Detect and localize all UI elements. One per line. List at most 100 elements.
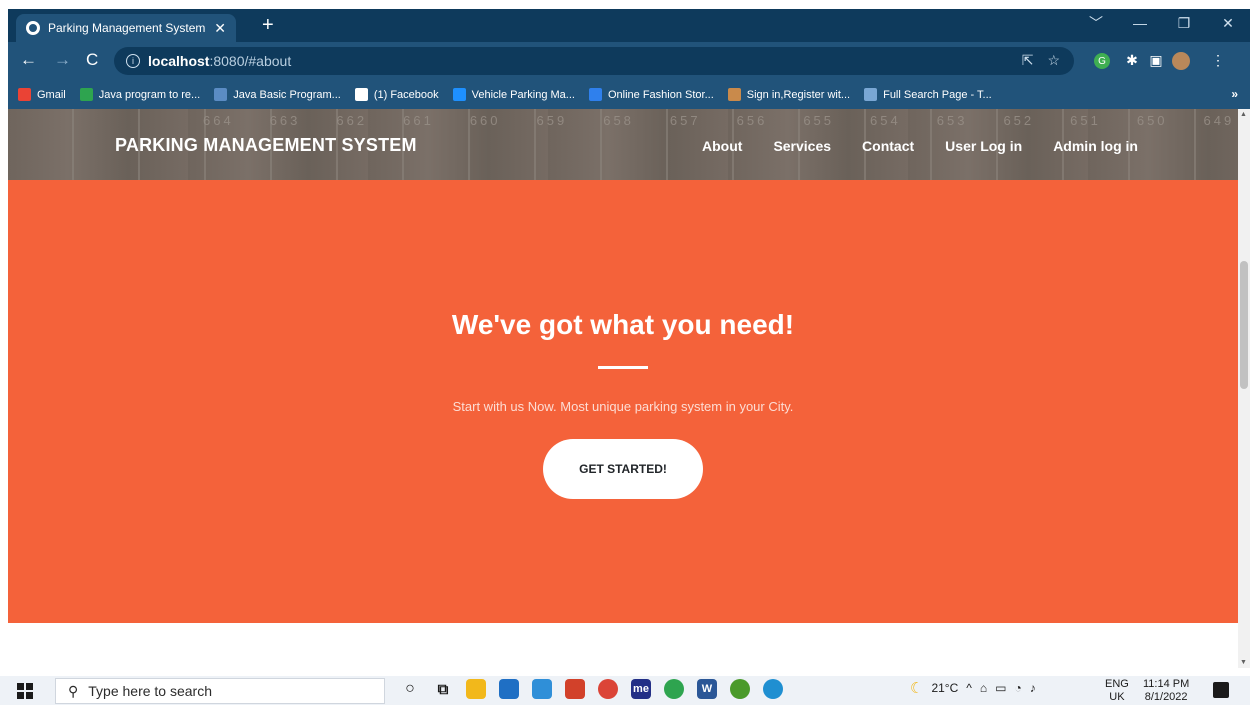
bookmark-label: Online Fashion Stor...: [607, 88, 714, 101]
bookmark-label: Gmail: [37, 88, 66, 101]
nav-link-about[interactable]: About: [702, 138, 742, 154]
forward-arrow-icon[interactable]: →: [54, 50, 71, 70]
edge-icon[interactable]: [763, 679, 783, 699]
hand-icon: [727, 88, 741, 101]
bookmark-star-icon[interactable]: ☆: [1047, 52, 1060, 69]
bookmark-item[interactable]: Java program to re...: [79, 88, 201, 101]
bookmark-item[interactable]: Online Fashion Stor...: [588, 88, 714, 101]
t-icon: [864, 88, 878, 101]
language-indicator[interactable]: ENG UK: [1105, 678, 1129, 704]
me-app-icon[interactable]: me: [631, 679, 651, 699]
bookmark-label: Sign in,Register wit...: [746, 88, 851, 101]
bookmarks-overflow-button[interactable]: »: [1231, 87, 1238, 101]
nav-link-user-login[interactable]: User Log in: [945, 138, 1022, 154]
powerpoint-icon[interactable]: [565, 679, 585, 699]
taskbar-clock[interactable]: 11:14 PM 8/1/2022: [1143, 678, 1189, 704]
w3-icon: [214, 88, 228, 101]
address-bar[interactable]: i localhost :8080/#about ⇱ ☆: [114, 47, 1074, 75]
bookmark-label: Java program to re...: [98, 88, 201, 101]
utorrent-icon[interactable]: [664, 679, 684, 699]
battery-icon[interactable]: ▭: [995, 681, 1006, 695]
minimize-button[interactable]: —: [1118, 9, 1162, 37]
tray-chevron-up-icon[interactable]: ^: [966, 681, 972, 695]
slot-number: 652: [1003, 113, 1035, 128]
chrome-icon[interactable]: [598, 679, 618, 699]
restore-button[interactable]: ❐: [1162, 9, 1206, 37]
about-hero-section: We've got what you need! Start with us N…: [8, 180, 1238, 623]
office-hub-icon[interactable]: [532, 679, 552, 699]
page-scrollbar[interactable]: ▲ ▼: [1238, 109, 1250, 668]
tab-active[interactable]: Parking Management System Lar ✕: [16, 14, 236, 42]
system-tray: ☾ 21°C ^ ⌂ ▭ ◔ ♪: [910, 679, 1036, 697]
url-path: :8080/#about: [209, 53, 292, 69]
scrollbar-thumb[interactable]: [1240, 261, 1248, 389]
java-b-icon: [79, 88, 93, 101]
hero-divider: [598, 366, 648, 369]
word-icon[interactable]: W: [697, 679, 717, 699]
network-icon[interactable]: ⌂: [980, 681, 987, 695]
slot-number: 661: [403, 113, 434, 128]
keyboard-layout: UK: [1109, 691, 1125, 703]
bookmark-label: Vehicle Parking Ma...: [471, 88, 575, 101]
cortana-icon[interactable]: ○: [400, 679, 420, 699]
scroll-up-arrow-icon[interactable]: ▲: [1240, 111, 1247, 118]
slot-number: 658: [603, 113, 634, 128]
parking-slot-numbers: 664 663 662 661 660 659 658 657 656 655 654 653 652 6…: [203, 113, 1234, 128]
side-panel-icon[interactable]: ▣: [1146, 50, 1166, 70]
eclipse-ide-icon[interactable]: [730, 679, 750, 699]
back-arrow-icon[interactable]: ←: [20, 50, 37, 70]
tab-search-icon[interactable]: ﹀: [1074, 9, 1118, 37]
hero-subtitle: Start with us Now. Most unique parking s…: [452, 399, 794, 414]
site-brand[interactable]: PARKING MANAGEMENT SYSTEM: [115, 135, 417, 156]
weather-moon-icon[interactable]: ☾: [910, 679, 923, 697]
task-view-icon[interactable]: ⧉: [433, 679, 453, 699]
site-navbar: 664 663 662 661 660 659 658 657 656 655 654 653 652 6…: [8, 109, 1238, 180]
taskbar-search-box[interactable]: ⚲ Type here to search: [55, 678, 385, 704]
new-tab-button[interactable]: +: [262, 14, 274, 37]
nav-link-services[interactable]: Services: [773, 138, 831, 154]
browser-toolbar: ← → C i localhost :8080/#about ⇱ ☆ G ✱ ▣…: [8, 42, 1250, 80]
hero-title: We've got what you need!: [451, 309, 795, 340]
close-tab-icon[interactable]: ✕: [214, 20, 226, 37]
slot-number: 651: [1070, 113, 1101, 128]
site-menu: About Services Contact User Log in Admin…: [702, 138, 1138, 154]
language-code: ENG: [1105, 678, 1129, 690]
scroll-down-arrow-icon[interactable]: ▼: [1240, 659, 1247, 666]
extensions-puzzle-icon[interactable]: ✱: [1122, 50, 1142, 70]
bookmark-item[interactable]: Sign in,Register wit...: [727, 88, 851, 101]
share-icon[interactable]: ⇱: [1022, 52, 1034, 69]
taskbar-app-icons: ○ ⧉ me W: [400, 679, 783, 699]
globe-icon: [354, 88, 368, 101]
taskbar-search-placeholder: Type here to search: [88, 683, 213, 699]
bookmark-item[interactable]: (1) Facebook: [354, 88, 439, 101]
bookmark-item[interactable]: Vehicle Parking Ma...: [452, 88, 575, 101]
gmail-icon: [18, 88, 31, 101]
weather-temperature[interactable]: 21°C: [931, 681, 958, 695]
reload-icon[interactable]: C: [86, 50, 98, 70]
nav-link-contact[interactable]: Contact: [862, 138, 914, 154]
close-window-button[interactable]: ✕: [1206, 9, 1250, 37]
bookmark-label: Java Basic Program...: [233, 88, 341, 101]
bookmark-item[interactable]: Gmail: [18, 88, 66, 101]
bookmark-item[interactable]: Full Search Page - T...: [864, 88, 992, 101]
volume-icon[interactable]: ♪: [1030, 681, 1036, 695]
bookmark-label: Full Search Page - T...: [883, 88, 992, 101]
info-icon[interactable]: i: [126, 54, 140, 68]
profile-avatar[interactable]: [1172, 52, 1190, 70]
wifi-icon[interactable]: ◔: [1015, 681, 1022, 695]
window-controls: ﹀ — ❐ ✕: [1074, 9, 1250, 37]
bookmark-item[interactable]: Java Basic Program...: [214, 88, 341, 101]
browser-menu-icon[interactable]: ⋮: [1208, 50, 1228, 70]
slot-number: 656: [736, 113, 768, 128]
file-explorer-icon[interactable]: [466, 679, 486, 699]
url-host: localhost: [148, 53, 210, 69]
slot-number: 662: [336, 113, 368, 128]
notification-center-icon[interactable]: [1213, 682, 1229, 698]
get-started-button[interactable]: GET STARTED!: [543, 439, 703, 499]
slot-number: 655: [803, 113, 835, 128]
windows-start-icon[interactable]: [17, 683, 33, 699]
grammarly-extension-icon[interactable]: G: [1094, 53, 1110, 69]
tab-title: Parking Management System Lar: [48, 21, 208, 35]
nav-link-admin-login[interactable]: Admin log in: [1053, 138, 1138, 154]
store-icon[interactable]: [499, 679, 519, 699]
